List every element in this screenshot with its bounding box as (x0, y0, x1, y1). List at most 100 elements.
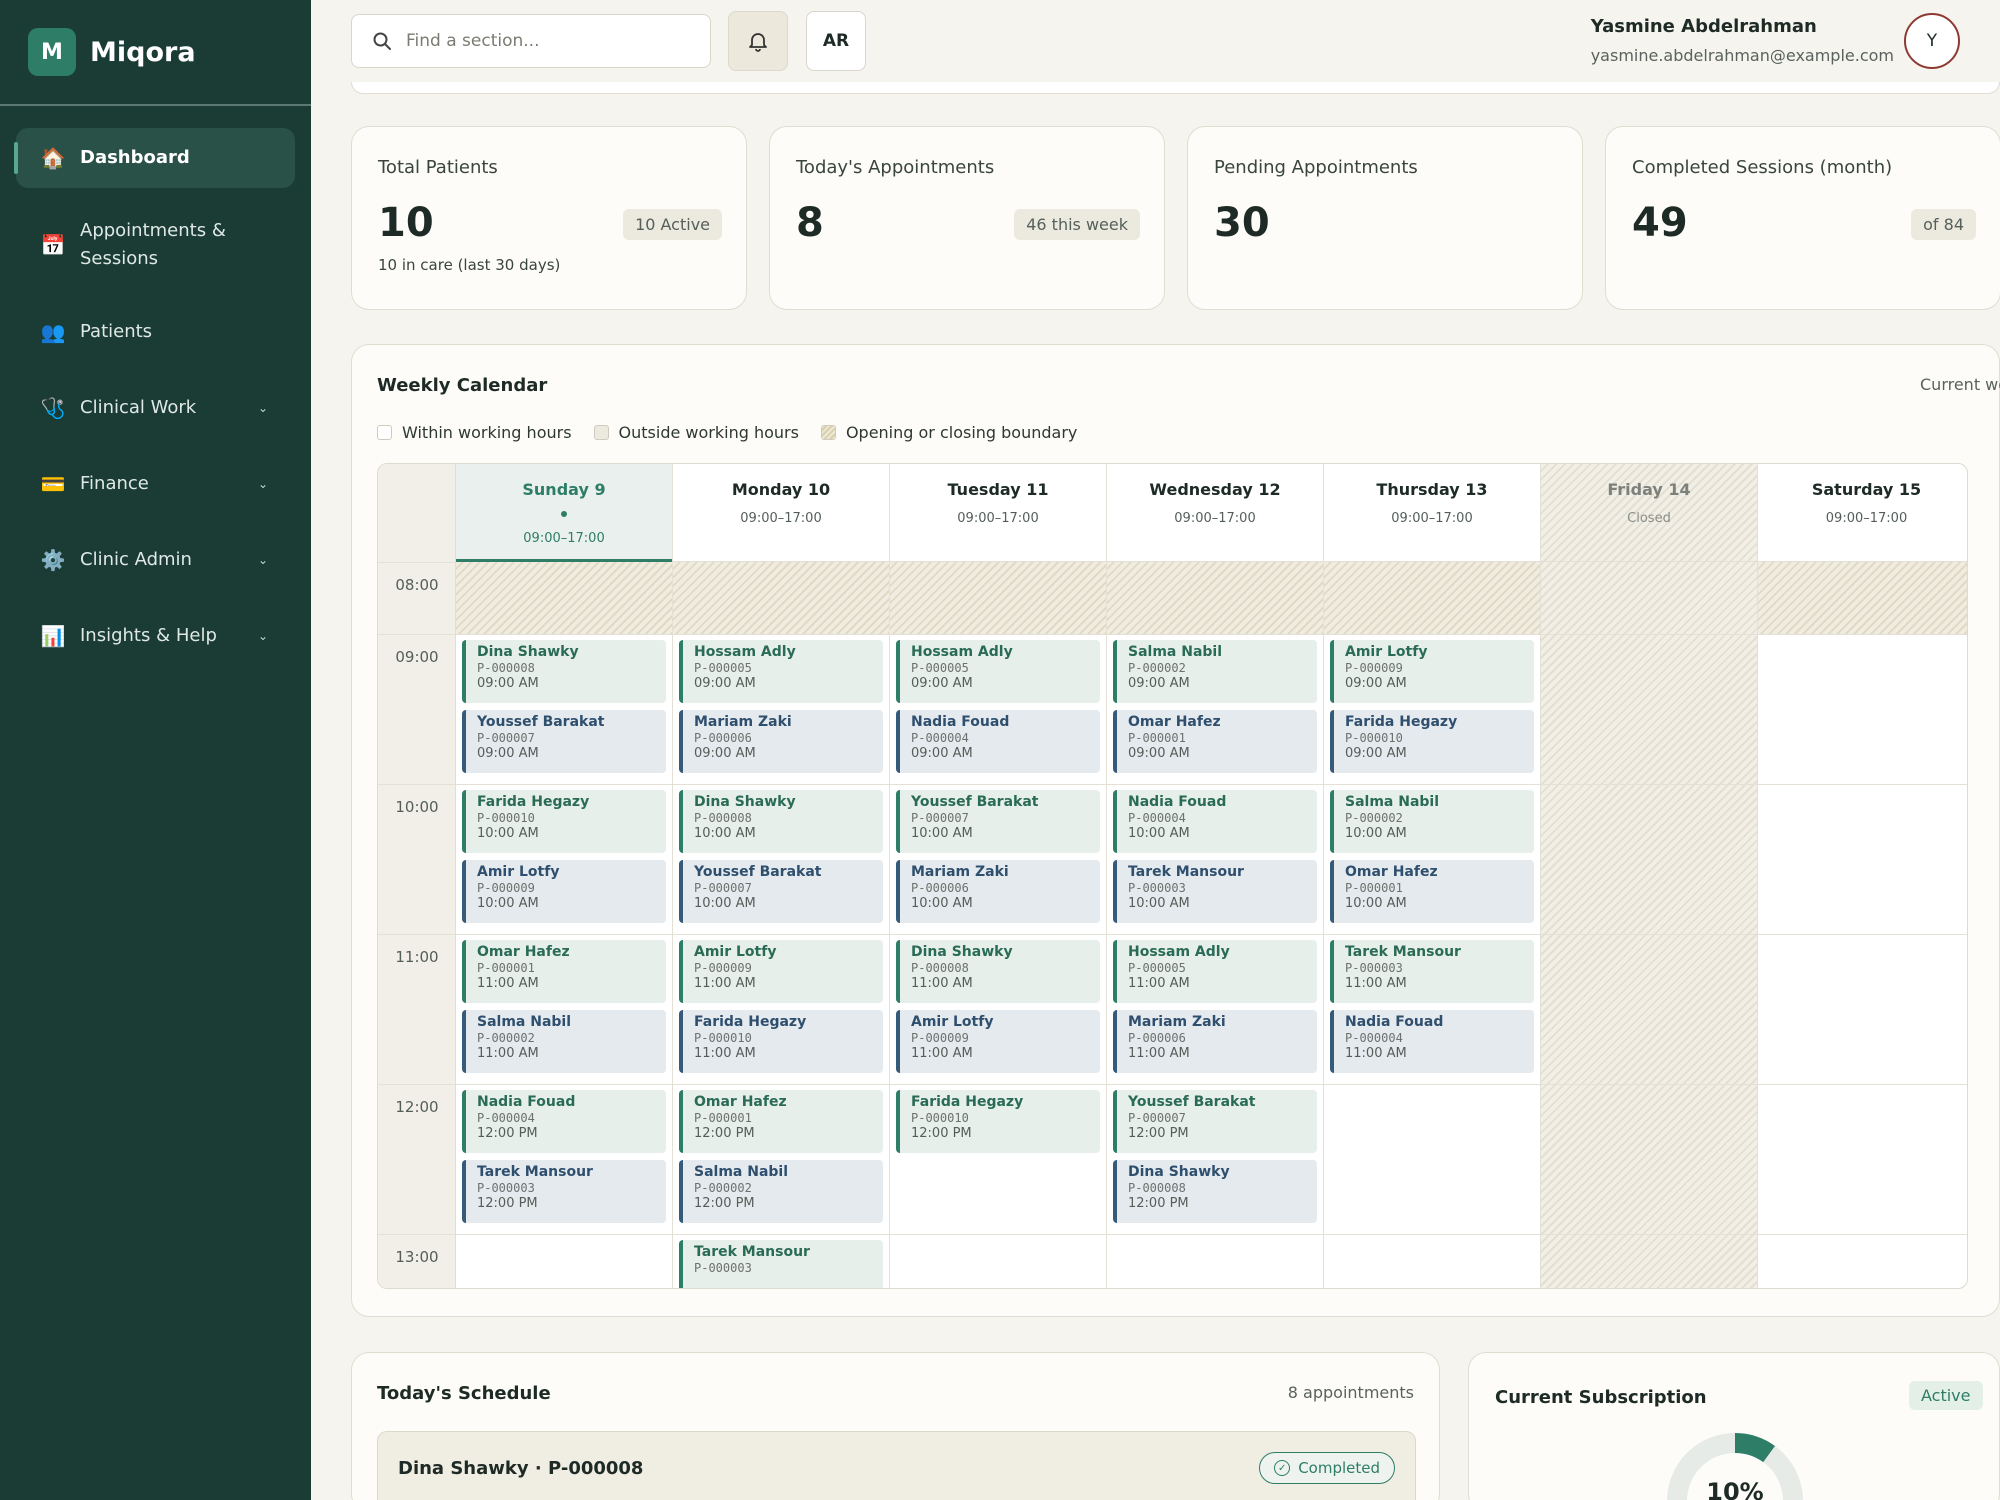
user-info[interactable]: Yasmine Abdelrahman yasmine.abdelrahman@… (1591, 16, 1894, 65)
appointment-patient-id: P-000005 (911, 661, 969, 675)
hour-line (1541, 1234, 1757, 1235)
appointment-card[interactable]: Mariam Zaki P-000006 10:00 AM (896, 860, 1100, 923)
sidebar-item-appointments-sessions[interactable]: 📅 Appointments & Sessions (16, 204, 295, 286)
day-header[interactable]: Tuesday 11 09:00–17:00 (890, 464, 1106, 562)
appointment-time: 10:00 AM (911, 896, 973, 911)
appointment-card[interactable]: Omar Hafez P-000001 10:00 AM (1330, 860, 1534, 923)
user-name: Yasmine Abdelrahman (1590, 16, 1817, 37)
appointment-time: 12:00 PM (1128, 1126, 1189, 1141)
hour-line (1758, 1084, 1967, 1085)
appointment-card[interactable]: Farida Hegazy P-000010 10:00 AM (462, 790, 666, 853)
stat-badge: of 84 (1911, 209, 1976, 240)
appointment-patient-id: P-000010 (477, 811, 535, 825)
appointment-card[interactable]: Omar Hafez P-000001 11:00 AM (462, 940, 666, 1003)
day-header[interactable]: Saturday 15 09:00–17:00 (1758, 464, 1967, 562)
appointment-card[interactable]: Farida Hegazy P-000010 11:00 AM (679, 1010, 883, 1073)
stat-subtitle: 10 in care (last 30 days) (378, 256, 561, 274)
appointment-card[interactable]: Hossam Adly P-000005 09:00 AM (896, 640, 1100, 703)
stat-card: Pending Appointments 30 (1187, 126, 1583, 310)
appointment-card[interactable]: Tarek Mansour P-000003 10:00 AM (1113, 860, 1317, 923)
appointment-card[interactable]: Dina Shawky P-000008 10:00 AM (679, 790, 883, 853)
appointment-card[interactable]: Mariam Zaki P-000006 11:00 AM (1113, 1010, 1317, 1073)
appointment-card[interactable]: Amir Lotfy P-000009 11:00 AM (679, 940, 883, 1003)
appointment-card[interactable]: Farida Hegazy P-000010 12:00 PM (896, 1090, 1100, 1153)
day-header[interactable]: Wednesday 12 09:00–17:00 (1107, 464, 1323, 562)
appointment-card[interactable]: Amir Lotfy P-000009 11:00 AM (896, 1010, 1100, 1073)
hour-line (673, 1084, 889, 1085)
bell-icon (749, 33, 767, 52)
appointment-card[interactable]: Nadia Fouad P-000004 12:00 PM (462, 1090, 666, 1153)
appointment-card[interactable]: Salma Nabil P-000002 10:00 AM (1330, 790, 1534, 853)
appointment-patient-id: P-000009 (694, 961, 752, 975)
appointment-time: 11:00 AM (1345, 1046, 1407, 1061)
sidebar-item-clinical-work[interactable]: 🩺 Clinical Work ⌄ (16, 378, 295, 438)
appointment-patient-id: P-000002 (477, 1031, 535, 1045)
appointment-card[interactable]: Omar Hafez P-000001 12:00 PM (679, 1090, 883, 1153)
day-column: Thursday 13 09:00–17:00 Amir Lotfy P-000009… (1324, 464, 1541, 1288)
appointment-card[interactable]: Hossam Adly P-000005 09:00 AM (679, 640, 883, 703)
schedule-count: 8 appointments (1287, 1383, 1414, 1402)
appointment-patient: Mariam Zaki (694, 714, 792, 730)
appointment-patient-id: P-000006 (694, 731, 752, 745)
schedule-title: Today's Schedule (377, 1383, 551, 1404)
appointment-patient: Salma Nabil (477, 1014, 572, 1030)
day-header[interactable]: Sunday 9 09:00–17:00 (456, 464, 672, 562)
day-header[interactable]: Friday 14 Closed (1541, 464, 1757, 562)
day-header[interactable]: Thursday 13 09:00–17:00 (1324, 464, 1540, 562)
appointment-card[interactable]: Youssef Barakat P-000007 10:00 AM (896, 790, 1100, 853)
schedule-item[interactable]: Dina Shawky · P-000008 ✓ Completed (377, 1431, 1416, 1500)
boundary-slot (1758, 562, 1967, 634)
appointment-card[interactable]: Omar Hafez P-000001 09:00 AM (1113, 710, 1317, 773)
check-icon: ✓ (1274, 1460, 1291, 1476)
appointment-card[interactable]: Nadia Fouad P-000004 11:00 AM (1330, 1010, 1534, 1073)
appointment-card[interactable]: Youssef Barakat P-000007 10:00 AM (679, 860, 883, 923)
appointment-card[interactable]: Amir Lotfy P-000009 10:00 AM (462, 860, 666, 923)
brand[interactable]: M Miqora (0, 0, 311, 106)
appointment-card[interactable]: Youssef Barakat P-000007 12:00 PM (1113, 1090, 1317, 1153)
day-name: Wednesday 12 (1149, 480, 1281, 499)
avatar[interactable]: Y (1904, 13, 1960, 69)
appointment-patient: Amir Lotfy (911, 1014, 994, 1030)
hour-line (1758, 934, 1967, 935)
main-content: AR Yasmine Abdelrahman yasmine.abdelrahm… (311, 0, 2000, 1500)
sidebar-item-insights-help[interactable]: 📊 Insights & Help ⌄ (16, 606, 295, 666)
appointment-patient: Farida Hegazy (477, 794, 590, 810)
sidebar-item-clinic-admin[interactable]: ⚙️ Clinic Admin ⌄ (16, 530, 295, 590)
appointment-card[interactable]: Amir Lotfy P-000009 09:00 AM (1330, 640, 1534, 703)
search-box[interactable] (351, 14, 711, 68)
appointment-time: 10:00 AM (1345, 826, 1407, 841)
sidebar-item-label: Patients (80, 321, 153, 342)
sidebar-item-dashboard[interactable]: 🏠 Dashboard (14, 128, 295, 188)
search-input[interactable] (406, 31, 696, 51)
sidebar-item-patients[interactable]: 👥 Patients (16, 302, 295, 362)
notifications-button[interactable] (728, 11, 788, 71)
appointment-card[interactable]: Youssef Barakat P-000007 09:00 AM (462, 710, 666, 773)
calendar-range[interactable]: Current week (1920, 375, 2000, 394)
appointment-patient-id: P-000007 (477, 731, 535, 745)
language-toggle[interactable]: AR (806, 11, 866, 71)
appointment-card[interactable]: Hossam Adly P-000005 11:00 AM (1113, 940, 1317, 1003)
hour-line (890, 1084, 1106, 1085)
stat-card: Total Patients 10 10 Active 10 in care (las… (351, 126, 747, 310)
appointment-card[interactable]: Dina Shawky P-000008 11:00 AM (896, 940, 1100, 1003)
hour-line (1324, 784, 1540, 785)
appointment-card[interactable]: Salma Nabil P-000002 11:00 AM (462, 1010, 666, 1073)
appointment-patient: Youssef Barakat (477, 714, 605, 730)
appointment-card[interactable]: Farida Hegazy P-000010 09:00 AM (1330, 710, 1534, 773)
nav-item-icon: 📊 (40, 624, 66, 648)
appointment-card[interactable]: Tarek Mansour P-000003 11:00 AM (1330, 940, 1534, 1003)
appointment-card[interactable]: Nadia Fouad P-000004 09:00 AM (896, 710, 1100, 773)
appointment-card[interactable]: Dina Shawky P-000008 09:00 AM (462, 640, 666, 703)
appointment-card[interactable]: Nadia Fouad P-000004 10:00 AM (1113, 790, 1317, 853)
appointment-patient-id: P-000007 (1128, 1111, 1186, 1125)
appointment-card[interactable]: Dina Shawky P-000008 12:00 PM (1113, 1160, 1317, 1223)
hour-line (456, 934, 672, 935)
appointment-card[interactable]: Mariam Zaki P-000006 09:00 AM (679, 710, 883, 773)
appointment-card[interactable]: Salma Nabil P-000002 12:00 PM (679, 1160, 883, 1223)
day-header[interactable]: Monday 10 09:00–17:00 (673, 464, 889, 562)
appointment-card[interactable]: Tarek Mansour P-000003 (679, 1240, 883, 1288)
appointment-card[interactable]: Tarek Mansour P-000003 12:00 PM (462, 1160, 666, 1223)
legend-boundary: Opening or closing boundary (820, 423, 1077, 442)
appointment-card[interactable]: Salma Nabil P-000002 09:00 AM (1113, 640, 1317, 703)
sidebar-item-finance[interactable]: 💳 Finance ⌄ (16, 454, 295, 514)
